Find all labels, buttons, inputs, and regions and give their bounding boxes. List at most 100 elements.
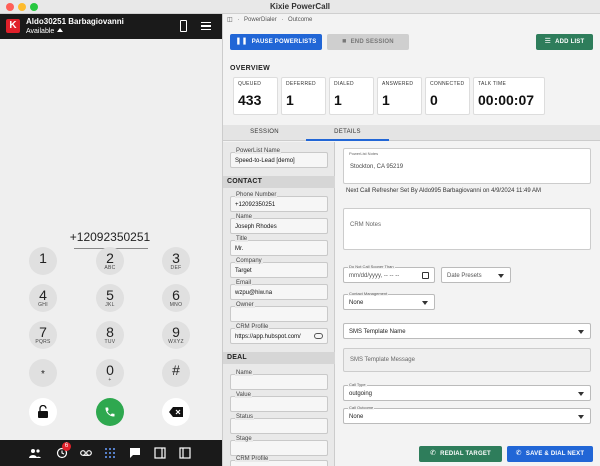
- contact-management-select[interactable]: Contact Management None: [343, 291, 435, 310]
- pause-powerlists-button[interactable]: ❚❚ PAUSE POWERLISTS: [230, 34, 322, 50]
- call-details-column: PowerList Notes Stockton, CA 95219 Next …: [337, 142, 597, 466]
- sidebar-icon[interactable]: [154, 447, 166, 459]
- contacts-icon[interactable]: [29, 447, 41, 459]
- field-label: Contact Management: [348, 291, 389, 296]
- call-type-select[interactable]: Call Type outgoing: [343, 382, 591, 401]
- stat-value: 00:00:07: [478, 92, 535, 108]
- keypad-key-hash[interactable]: #: [162, 359, 190, 387]
- tab-session[interactable]: SESSION: [223, 125, 306, 141]
- keypad-key-2[interactable]: 2 ABC: [96, 247, 124, 275]
- call-outcome-select[interactable]: Call Outcome None: [343, 405, 591, 424]
- email-field[interactable]: Email wzpu@hiw.na: [230, 280, 328, 300]
- sidebar-toggle-icon[interactable]: ◫: [227, 17, 233, 23]
- tab-details[interactable]: DETAILS: [306, 125, 389, 141]
- call-button[interactable]: [96, 398, 124, 426]
- stop-icon: ■: [342, 38, 347, 45]
- contact-section-header: CONTACT: [223, 176, 335, 188]
- select-value: outgoing: [349, 391, 373, 397]
- breadcrumb-separator: ·: [281, 17, 284, 23]
- field-value: Speed-to-Lead [demo]: [235, 158, 295, 164]
- redial-target-button[interactable]: ✆ REDIAL TARGET: [419, 446, 502, 462]
- agent-status-dropdown[interactable]: Available: [26, 28, 64, 35]
- keypad-key-4[interactable]: 4 GHI: [29, 284, 57, 312]
- key-letters: +: [108, 377, 112, 383]
- sms-template-message-box[interactable]: SMS Template Message: [343, 348, 591, 372]
- breadcrumb-powerdialer[interactable]: PowerDialer: [244, 17, 277, 23]
- refresher-note: Next Call Refresher Set By Aldo995 Barba…: [346, 188, 542, 194]
- phone-icon: ✆: [430, 450, 437, 457]
- stat-queued: QUEUED 433: [233, 77, 278, 115]
- select-value: None: [349, 414, 364, 420]
- voicemail-icon[interactable]: [80, 447, 92, 459]
- key-digit: 5: [106, 287, 114, 303]
- date-presets-select[interactable]: Date Presets: [441, 267, 511, 283]
- field-label: Call Outcome: [348, 405, 375, 410]
- save-label: SAVE & DIAL NEXT: [525, 451, 585, 457]
- deal-value-field[interactable]: Value: [230, 392, 328, 412]
- field-label: CRM Profile: [235, 456, 270, 462]
- deal-status-field[interactable]: Status: [230, 414, 328, 434]
- keypad-key-5[interactable]: 5 JKL: [96, 284, 124, 312]
- keypad-key-3[interactable]: 3 DEF: [162, 247, 190, 275]
- phone-device-icon[interactable]: [180, 20, 187, 32]
- sms-template-name-select[interactable]: SMS Template Name: [343, 323, 591, 339]
- key-digit: 1: [39, 250, 47, 266]
- panel-icon[interactable]: [179, 447, 191, 459]
- field-value: wzpu@hiw.na: [235, 290, 273, 296]
- key-digit: *: [41, 369, 45, 380]
- key-digit: 2: [106, 250, 114, 266]
- dialer-panel: K Aldo30251 Barbagiovanni Available +120…: [0, 14, 222, 466]
- keypad-key-8[interactable]: 8 TUV: [96, 321, 124, 349]
- end-session-button[interactable]: ■ END SESSION: [327, 34, 409, 50]
- stat-dialed: DIALED 1: [329, 77, 374, 115]
- field-label: Email: [235, 280, 253, 286]
- deal-name-field[interactable]: Name: [230, 370, 328, 390]
- title-field[interactable]: Title Mr.: [230, 236, 328, 256]
- powerlist-notes-box[interactable]: PowerList Notes Stockton, CA 95219: [343, 148, 591, 184]
- do-not-call-date-input[interactable]: Do Not Call Sooner Than mm/dd/yyyy, -- -…: [343, 264, 435, 283]
- history-badge: 6: [62, 442, 71, 451]
- contact-name-field[interactable]: Name Joseph Rhodes: [230, 214, 328, 234]
- deal-crm-profile-field[interactable]: CRM Profile: [230, 456, 328, 466]
- company-field[interactable]: Company Target: [230, 258, 328, 278]
- keypad-key-star[interactable]: *: [29, 359, 57, 387]
- dialpad-icon[interactable]: [104, 447, 116, 459]
- save-and-dial-next-button[interactable]: ✆ SAVE & DIAL NEXT: [507, 446, 593, 462]
- owner-field[interactable]: Owner: [230, 302, 328, 322]
- bottom-nav: 6: [0, 440, 222, 466]
- calendar-icon[interactable]: [422, 272, 429, 279]
- breadcrumb-separator: ·: [237, 17, 240, 23]
- field-label: Title: [235, 236, 249, 242]
- stat-value: 433: [238, 92, 262, 108]
- agent-bar: K Aldo30251 Barbagiovanni Available: [0, 14, 222, 39]
- deal-stage-field[interactable]: Stage: [230, 436, 328, 456]
- crm-notes-textarea[interactable]: CRM Notes: [343, 208, 591, 250]
- keypad-key-9[interactable]: 9 WXYZ: [162, 321, 190, 349]
- keypad-key-7[interactable]: 7 PQRS: [29, 321, 57, 349]
- keypad-key-0[interactable]: 0 +: [96, 359, 124, 387]
- powerlist-notes-value: Stockton, CA 95219: [350, 164, 404, 170]
- select-value: Date Presets: [447, 273, 482, 279]
- chat-icon[interactable]: [129, 447, 141, 459]
- dial-number-display[interactable]: +12092350251: [40, 230, 180, 244]
- keypad-key-6[interactable]: 6 MNO: [162, 284, 190, 312]
- add-list-button[interactable]: ☰ ADD LIST: [536, 34, 593, 50]
- backspace-button[interactable]: [162, 398, 190, 426]
- detail-tabs: SESSION DETAILS: [223, 125, 600, 141]
- link-icon[interactable]: [314, 333, 323, 339]
- stat-label: DEFERRED: [286, 81, 316, 87]
- key-letters: ABC: [104, 265, 116, 271]
- phone-number-field[interactable]: Phone Number +12092350251: [230, 192, 328, 212]
- pause-icon: ❚❚: [235, 38, 248, 45]
- field-value: Mr.: [235, 246, 244, 252]
- kixie-logo: K: [6, 19, 20, 33]
- keypad-key-1[interactable]: 1: [29, 247, 57, 275]
- chevron-down-icon: [578, 415, 584, 419]
- select-value: SMS Template Name: [349, 329, 406, 335]
- unlock-button[interactable]: [29, 398, 57, 426]
- crm-profile-field[interactable]: CRM Profile https://app.hubspot.com/: [230, 324, 328, 344]
- hamburger-menu-icon[interactable]: [201, 22, 211, 30]
- powerlist-notes-label: PowerList Notes: [349, 151, 379, 156]
- field-value: Target: [235, 268, 252, 274]
- stat-answered: ANSWERED 1: [377, 77, 422, 115]
